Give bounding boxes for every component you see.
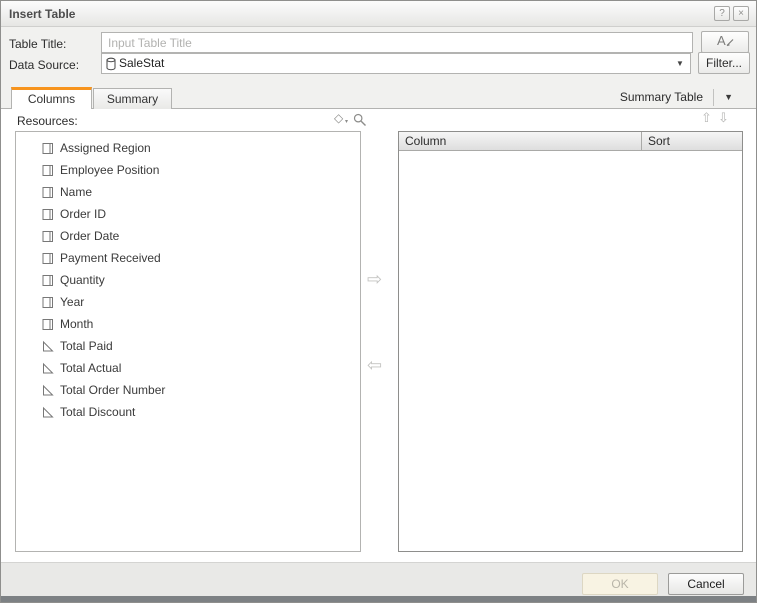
resources-label: Resources: — [17, 114, 78, 128]
column-field-icon — [42, 142, 54, 155]
list-item-label: Employee Position — [60, 163, 159, 177]
window-bottom-edge — [1, 596, 756, 602]
list-item-label: Quantity — [60, 273, 105, 287]
list-item[interactable]: Year — [16, 291, 360, 313]
selected-columns-table: Column Sort — [398, 131, 743, 552]
column-field-icon — [42, 208, 54, 221]
list-item[interactable]: Total Paid — [16, 335, 360, 357]
list-item-label: Order ID — [60, 207, 106, 221]
measure-icon — [42, 384, 54, 397]
tab-columns[interactable]: Columns — [11, 87, 92, 109]
column-field-icon — [42, 274, 54, 287]
list-item-label: Order Date — [60, 229, 119, 243]
font-style-icon: A — [714, 33, 736, 51]
insert-table-dialog: Insert Table ? × Table Title: A Data Sou… — [0, 0, 757, 603]
dialog-titlebar[interactable]: Insert Table ? × — [1, 1, 756, 27]
dialog-title: Insert Table — [9, 1, 75, 27]
data-source-value: SaleStat — [119, 54, 164, 73]
measure-icon — [42, 406, 54, 419]
list-item-label: Total Actual — [60, 361, 121, 375]
list-item[interactable]: Payment Received — [16, 247, 360, 269]
list-item-label: Assigned Region — [60, 141, 151, 155]
search-icon[interactable] — [353, 113, 367, 130]
list-item-label: Total Paid — [60, 339, 113, 353]
move-down-icon[interactable]: ⇩ — [718, 110, 729, 126]
move-up-icon[interactable]: ⇧ — [701, 110, 712, 126]
add-column-icon[interactable]: ⇨ — [367, 270, 382, 288]
list-item[interactable]: Quantity — [16, 269, 360, 291]
measure-icon — [42, 362, 54, 375]
list-item[interactable]: Employee Position — [16, 159, 360, 181]
column-field-icon — [42, 296, 54, 309]
list-item[interactable]: Total Actual — [16, 357, 360, 379]
data-source-label: Data Source: — [9, 58, 79, 72]
list-item[interactable]: Assigned Region — [16, 137, 360, 159]
divider — [713, 89, 714, 106]
resources-toolbar: ◇▾ — [334, 111, 368, 129]
list-item-label: Total Order Number — [60, 383, 165, 397]
list-item[interactable]: Order ID — [16, 203, 360, 225]
column-header-column[interactable]: Column — [399, 132, 642, 150]
summary-table-dropdown-icon[interactable]: ▼ — [724, 87, 733, 108]
font-style-button[interactable]: A — [701, 31, 749, 53]
sort-order-icon[interactable]: ◇▾ — [334, 111, 343, 125]
list-item-label: Year — [60, 295, 84, 309]
close-button[interactable]: × — [733, 6, 749, 21]
list-item[interactable]: Name — [16, 181, 360, 203]
list-item[interactable]: Month — [16, 313, 360, 335]
svg-text:A: A — [717, 33, 726, 48]
measure-icon — [42, 340, 54, 353]
selected-columns-header: Column Sort — [399, 132, 742, 151]
column-field-icon — [42, 164, 54, 177]
database-icon — [105, 57, 117, 74]
filter-button[interactable]: Filter... — [698, 52, 750, 74]
summary-table-label: Summary Table — [620, 87, 703, 108]
table-title-label: Table Title: — [9, 37, 66, 51]
columns-tab-panel: Resources: ◇▾ Assigned Region Employee Po… — [1, 109, 756, 564]
remove-column-icon[interactable]: ⇦ — [367, 356, 382, 374]
help-button[interactable]: ? — [714, 6, 730, 21]
close-icon: × — [738, 8, 744, 19]
ok-button[interactable]: OK — [582, 573, 658, 595]
column-field-icon — [42, 318, 54, 331]
tab-summary[interactable]: Summary — [93, 88, 172, 109]
help-icon: ? — [719, 8, 725, 19]
column-header-sort[interactable]: Sort — [642, 132, 742, 150]
resources-list: Assigned Region Employee Position Name Orde… — [15, 131, 361, 552]
list-item-label: Name — [60, 185, 92, 199]
list-item-label: Payment Received — [60, 251, 161, 265]
cancel-button[interactable]: Cancel — [668, 573, 744, 595]
tab-strip: Columns Summary Summary Table ▼ — [1, 87, 756, 109]
data-source-combo[interactable]: SaleStat ▼ — [101, 53, 691, 74]
list-item[interactable]: Order Date — [16, 225, 360, 247]
table-title-input[interactable] — [101, 32, 693, 53]
column-field-icon — [42, 252, 54, 265]
column-field-icon — [42, 230, 54, 243]
column-field-icon — [42, 186, 54, 199]
list-item-label: Total Discount — [60, 405, 135, 419]
data-source-dropdown-icon[interactable]: ▼ — [673, 54, 687, 73]
list-item-label: Month — [60, 317, 93, 331]
list-item[interactable]: Total Discount — [16, 401, 360, 423]
list-item[interactable]: Total Order Number — [16, 379, 360, 401]
